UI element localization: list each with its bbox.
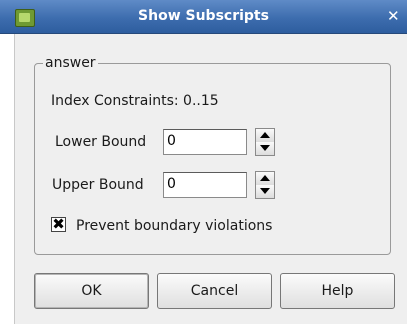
upper-bound-input[interactable] [164,173,244,195]
index-constraints-text: Index Constraints: 0..15 [51,93,219,109]
ok-button[interactable]: OK [34,273,149,309]
lower-bound-input[interactable] [164,130,244,152]
lower-bound-decrement-button[interactable] [256,142,274,155]
upper-bound-field[interactable] [163,172,247,198]
window-left-edge [0,34,15,324]
arrow-up-icon [260,132,270,138]
upper-bound-spinner[interactable] [255,171,275,199]
title-bar[interactable]: Show Subscripts ✕ [0,0,407,34]
window-title: Show Subscripts [138,8,269,24]
cancel-button[interactable]: Cancel [157,273,272,309]
arrow-down-icon [260,188,270,194]
group-legend: answer [43,54,98,72]
prevent-boundary-label[interactable]: Prevent boundary violations [76,217,272,235]
lower-bound-label: Lower Bound [55,134,147,150]
arrow-up-icon [260,175,270,181]
arrow-down-icon [260,145,270,151]
help-button[interactable]: Help [280,273,395,309]
lower-bound-spinner[interactable] [255,128,275,156]
upper-bound-label: Upper Bound [52,177,144,193]
lower-bound-increment-button[interactable] [256,129,274,143]
lower-bound-field[interactable] [163,129,247,155]
upper-bound-increment-button[interactable] [256,172,274,186]
upper-bound-decrement-button[interactable] [256,185,274,198]
prevent-boundary-checkbox[interactable]: ✖ [51,215,66,233]
checked-x-icon: ✖ [52,215,65,233]
close-icon[interactable]: ✕ [387,0,407,33]
